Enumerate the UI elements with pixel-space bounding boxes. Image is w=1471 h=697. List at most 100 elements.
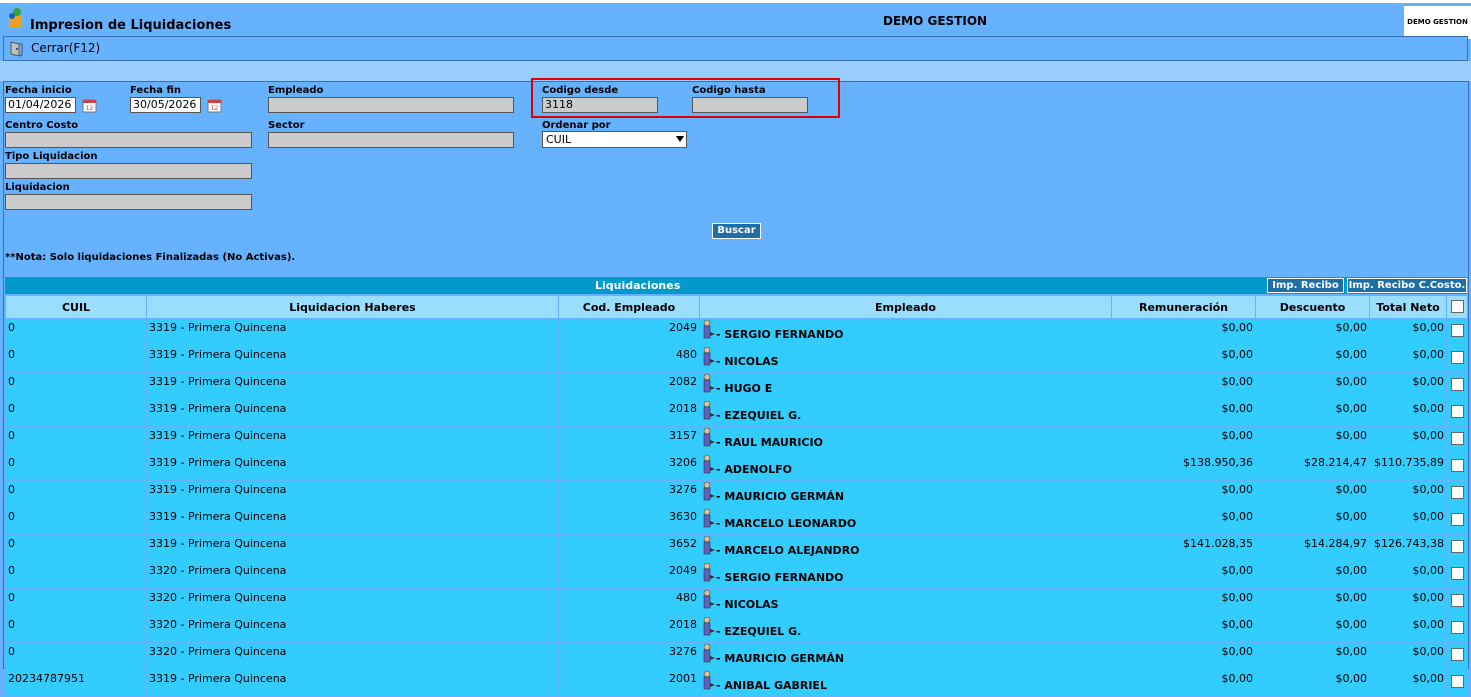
person-icon[interactable] (702, 643, 716, 663)
descuento-cell: $0,00 (1255, 642, 1370, 670)
row-checkbox[interactable] (1450, 486, 1464, 499)
person-icon[interactable] (702, 562, 716, 582)
remuneracion-cell: $141.028,35 (1111, 534, 1256, 562)
close-button[interactable]: Cerrar(F12) (31, 41, 100, 55)
empleado-cell: - SERGIO FERNANDO (699, 561, 1112, 589)
descuento-cell: $0,00 (1255, 345, 1370, 373)
search-button[interactable]: Buscar (712, 223, 761, 239)
liquidacion-cell: 3319 - Primera Quincena (146, 480, 559, 508)
remuneracion-cell: $0,00 (1111, 669, 1256, 697)
cuil-cell: 0 (5, 318, 147, 346)
empleado-name: - MARCELO ALEJANDRO (716, 544, 860, 557)
row-checkbox[interactable] (1450, 405, 1464, 418)
table-row: 0 3319 - Primera Quincena 2049 - SERGIO FER… (5, 318, 1468, 346)
sector-input[interactable] (268, 132, 514, 148)
select-all-cell (1446, 295, 1468, 319)
print-receipt-cost-center-button[interactable]: Imp. Recibo C.Costo. (1347, 278, 1467, 293)
descuento-cell: $0,00 (1255, 507, 1370, 535)
close-door-icon[interactable] (8, 40, 24, 57)
row-checkbox[interactable] (1450, 378, 1464, 391)
remuneracion-cell: $0,00 (1111, 588, 1256, 616)
liquidacion-cell: 3319 - Primera Quincena (146, 507, 559, 535)
person-icon[interactable] (702, 481, 716, 501)
column-header-cod-empleado[interactable]: Cod. Empleado (558, 295, 700, 319)
empleado-cell: - HUGO E (699, 372, 1112, 400)
table-row: 0 3319 - Primera Quincena 3157 - RAUL MAURI… (5, 426, 1468, 454)
liquidacion-cell: 3319 - Primera Quincena (146, 426, 559, 454)
table-row: 0 3319 - Primera Quincena 3276 - MAURICIO G… (5, 480, 1468, 508)
row-checkbox[interactable] (1450, 621, 1464, 634)
row-checkbox[interactable] (1450, 459, 1464, 472)
remuneracion-cell: $0,00 (1111, 480, 1256, 508)
title-bar: Impresion de Liquidaciones DEMO GESTION … (0, 0, 1471, 39)
empleado-cell: - NICOLAS (699, 345, 1112, 373)
liquidacion-cell: 3319 - Primera Quincena (146, 345, 559, 373)
cuil-cell: 20234787951 (5, 669, 147, 697)
person-icon[interactable] (702, 400, 716, 420)
row-checkbox[interactable] (1450, 567, 1464, 580)
empleado-name: - ANIBAL GABRIEL (716, 679, 827, 692)
note-text: **Nota: Solo liquidaciones Finalizadas (… (5, 252, 296, 263)
table-row: 0 3319 - Primera Quincena 3630 - MARCELO LE… (5, 507, 1468, 535)
column-header-empleado[interactable]: Empleado (699, 295, 1112, 319)
empleado-name: - RAUL MAURICIO (716, 436, 823, 449)
column-header-total-neto[interactable]: Total Neto (1369, 295, 1447, 319)
row-checkbox[interactable] (1450, 432, 1464, 445)
row-checkbox[interactable] (1450, 351, 1464, 364)
total-neto-cell: $0,00 (1369, 399, 1447, 427)
row-checkbox[interactable] (1450, 594, 1464, 607)
liquidacion-cell: 3319 - Primera Quincena (146, 669, 559, 697)
person-icon[interactable] (702, 508, 716, 528)
row-checkbox[interactable] (1450, 513, 1464, 526)
total-neto-cell: $0,00 (1369, 372, 1447, 400)
select-all-checkbox[interactable] (1450, 299, 1464, 313)
total-neto-cell: $0,00 (1369, 642, 1447, 670)
column-header-cuil[interactable]: CUIL (5, 295, 147, 319)
liquidacion-input[interactable] (5, 194, 252, 210)
empleado-name: - MAURICIO GERMÁN (716, 652, 845, 665)
descuento-cell: $28.214,47 (1255, 453, 1370, 481)
person-icon[interactable] (702, 427, 716, 447)
print-receipt-button[interactable]: Imp. Recibo (1267, 278, 1344, 293)
person-icon[interactable] (702, 319, 716, 339)
cod-empleado-cell: 2049 (558, 561, 700, 589)
remuneracion-cell: $0,00 (1111, 642, 1256, 670)
empleado-cell: - RAUL MAURICIO (699, 426, 1112, 454)
fecha-inicio-input[interactable]: 01/04/2026 (5, 97, 76, 113)
cod-empleado-cell: 2018 (558, 615, 700, 643)
row-checkbox[interactable] (1450, 540, 1464, 553)
person-icon[interactable] (702, 454, 716, 474)
column-header-descuento[interactable]: Descuento (1255, 295, 1370, 319)
person-icon[interactable] (702, 346, 716, 366)
person-icon[interactable] (702, 373, 716, 393)
empleado-input[interactable] (268, 97, 514, 113)
cod-empleado-cell: 480 (558, 588, 700, 616)
app-logo-icon (9, 8, 21, 28)
row-checkbox[interactable] (1450, 324, 1464, 337)
empleado-label: Empleado (268, 85, 324, 96)
row-checkbox[interactable] (1450, 648, 1464, 661)
column-header-remuneracion[interactable]: Remuneración (1111, 295, 1256, 319)
person-icon[interactable] (702, 670, 716, 690)
tipo-liquidacion-label: Tipo Liquidacion (5, 151, 98, 162)
liquidacion-cell: 3319 - Primera Quincena (146, 399, 559, 427)
descuento-cell: $14.284,97 (1255, 534, 1370, 562)
person-icon[interactable] (702, 616, 716, 636)
column-header-liquidacion[interactable]: Liquidacion Haberes (146, 295, 559, 319)
cuil-cell: 0 (5, 453, 147, 481)
person-icon[interactable] (702, 589, 716, 609)
ordenar-por-select[interactable]: CUIL (542, 131, 687, 148)
calendar-icon[interactable]: 12 (206, 96, 224, 114)
centro-costo-input[interactable] (5, 132, 252, 148)
table-row: 0 3320 - Primera Quincena 2049 - SERGIO FER… (5, 561, 1468, 589)
empleado-name: - SERGIO FERNANDO (716, 328, 844, 341)
total-neto-cell: $0,00 (1369, 588, 1447, 616)
svg-text:12: 12 (211, 105, 219, 112)
liquidacion-cell: 3320 - Primera Quincena (146, 642, 559, 670)
person-icon[interactable] (702, 535, 716, 555)
calendar-icon[interactable]: 12 (81, 96, 99, 114)
tipo-liquidacion-input[interactable] (5, 163, 252, 179)
liquidacion-cell: 3320 - Primera Quincena (146, 588, 559, 616)
total-neto-cell: $0,00 (1369, 426, 1447, 454)
fecha-fin-input[interactable]: 30/05/2026 (130, 97, 201, 113)
